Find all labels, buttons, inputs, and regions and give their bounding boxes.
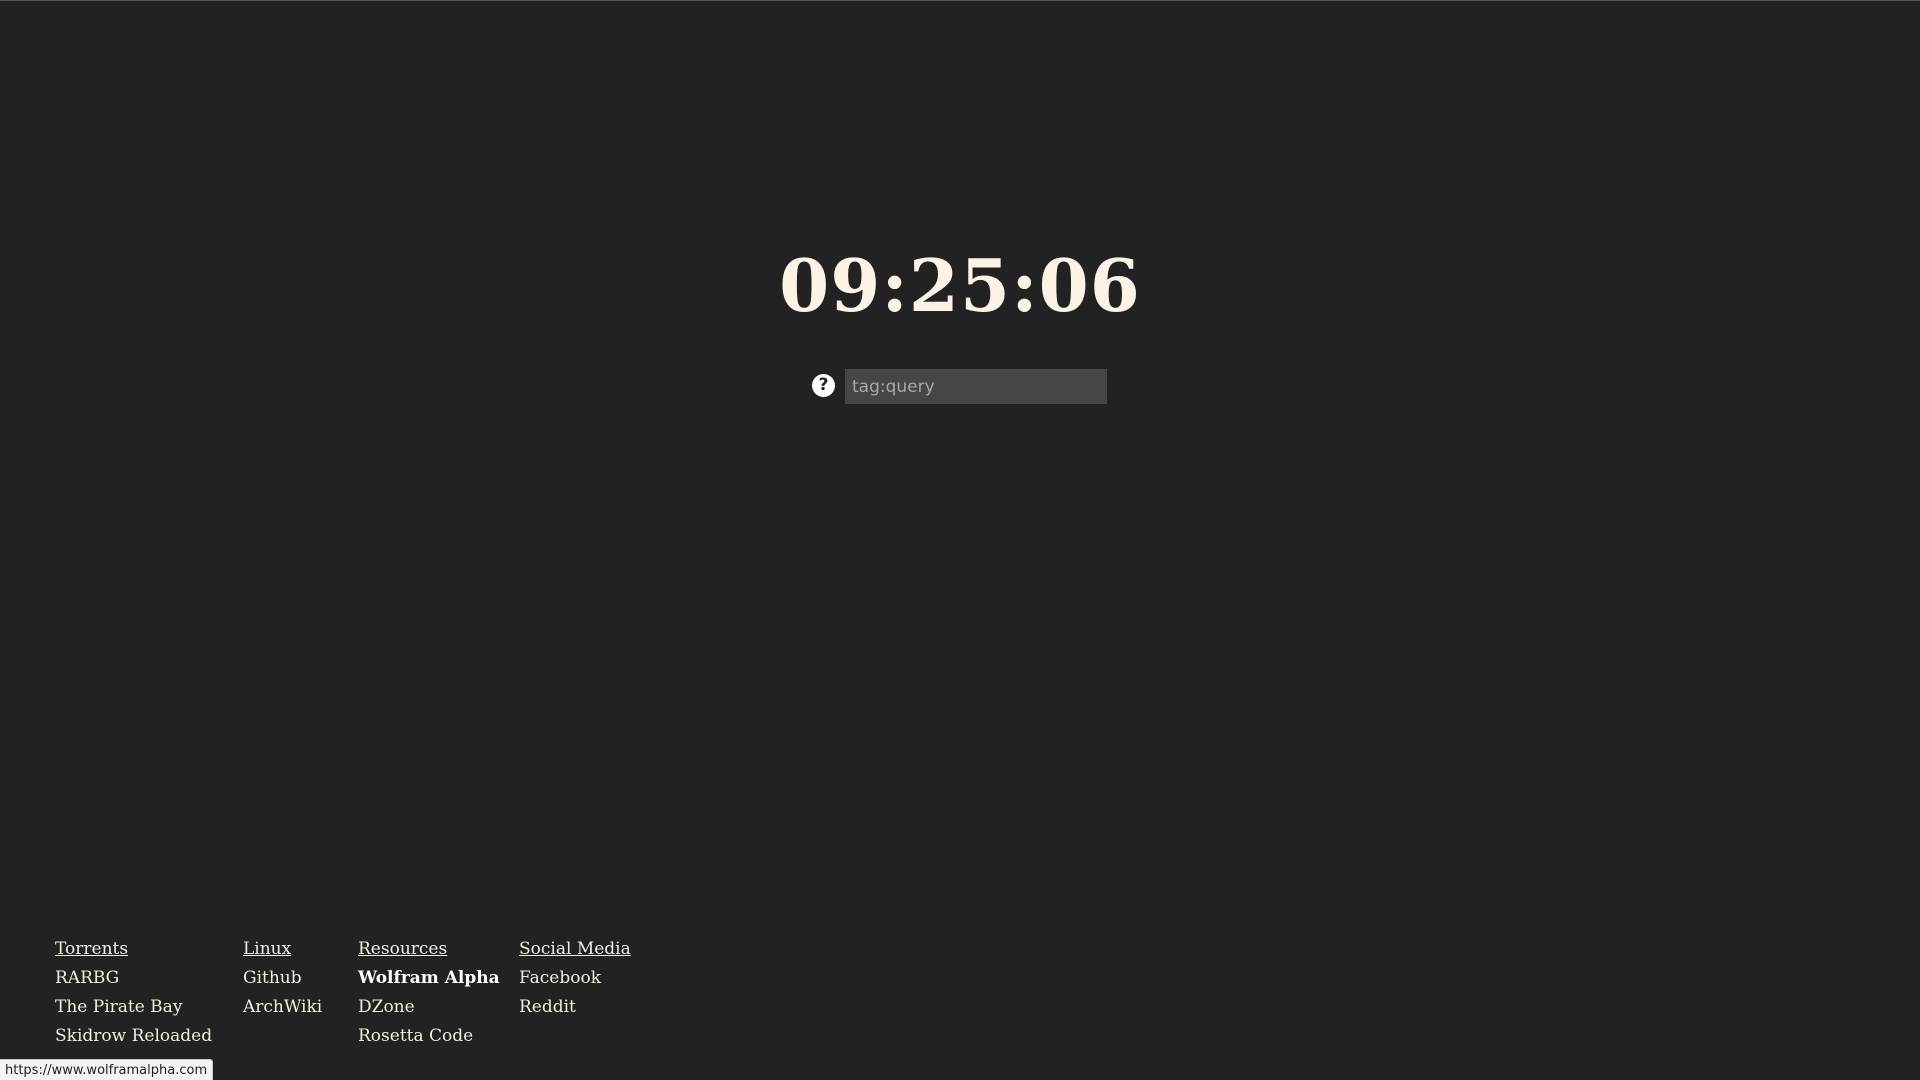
search-bar: ? bbox=[812, 369, 1107, 404]
link-skidrow-reloaded[interactable]: Skidrow Reloaded bbox=[55, 1022, 243, 1051]
link-github[interactable]: Github bbox=[243, 964, 358, 993]
link-group-heading-social-media[interactable]: Social Media bbox=[519, 935, 669, 964]
link-group-heading-resources[interactable]: Resources bbox=[358, 935, 519, 964]
link-group-heading-linux[interactable]: Linux bbox=[243, 935, 358, 964]
link-group-linux: Linux Github ArchWiki bbox=[243, 935, 358, 1051]
link-archwiki[interactable]: ArchWiki bbox=[243, 993, 358, 1022]
clock-display: 09:25:06 bbox=[779, 243, 1141, 328]
link-rosetta-code[interactable]: Rosetta Code bbox=[358, 1022, 519, 1051]
link-facebook[interactable]: Facebook bbox=[519, 964, 669, 993]
link-dzone[interactable]: DZone bbox=[358, 993, 519, 1022]
link-rarbg[interactable]: RARBG bbox=[55, 964, 243, 993]
link-the-pirate-bay[interactable]: The Pirate Bay bbox=[55, 993, 243, 1022]
top-border bbox=[0, 0, 1920, 1]
question-circle-icon[interactable]: ? bbox=[812, 373, 835, 397]
link-group-heading-torrents[interactable]: Torrents bbox=[55, 935, 243, 964]
bookmark-links: Torrents RARBG The Pirate Bay Skidrow Re… bbox=[55, 935, 669, 1051]
search-input[interactable] bbox=[845, 369, 1107, 404]
link-group-social-media: Social Media Facebook Reddit bbox=[519, 935, 669, 1051]
link-group-resources: Resources Wolfram Alpha DZone Rosetta Co… bbox=[358, 935, 519, 1051]
link-wolfram-alpha[interactable]: Wolfram Alpha bbox=[358, 964, 519, 993]
link-group-torrents: Torrents RARBG The Pirate Bay Skidrow Re… bbox=[55, 935, 243, 1051]
status-bar-url: https://www.wolframalpha.com bbox=[0, 1059, 214, 1080]
link-reddit[interactable]: Reddit bbox=[519, 993, 669, 1022]
